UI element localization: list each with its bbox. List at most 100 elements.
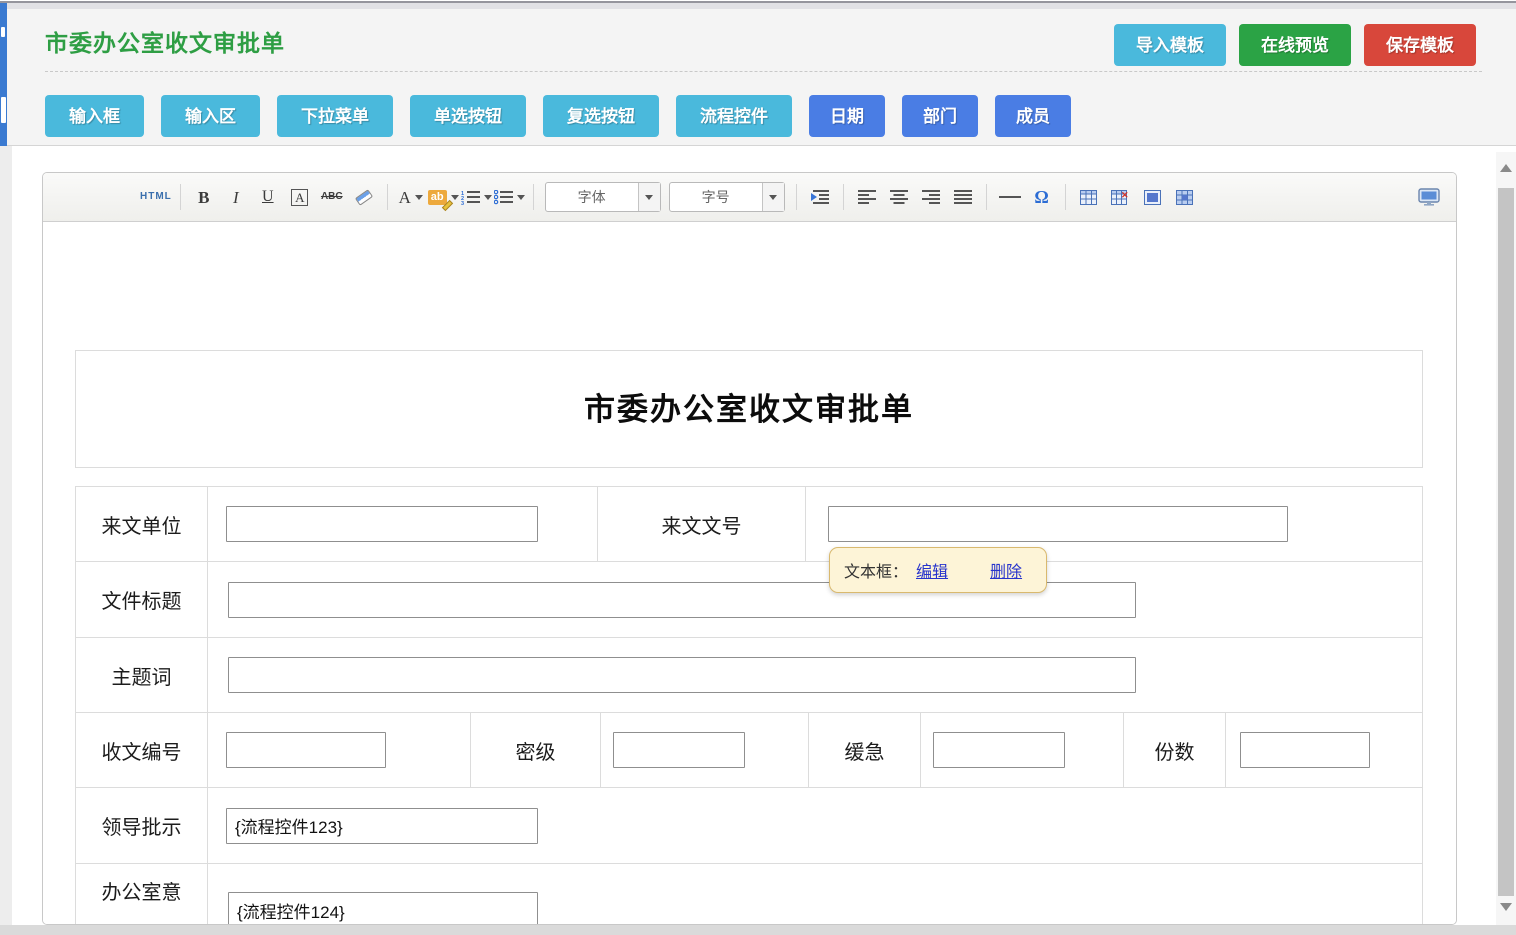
table-properties-button[interactable] [1138, 182, 1168, 212]
fullscreen-monitor-icon [1418, 188, 1440, 206]
align-left-button[interactable] [852, 182, 882, 212]
table-row: 文件标题 [76, 562, 1422, 638]
delete-control-link[interactable]: 删除 [990, 558, 1022, 582]
align-right-icon [922, 190, 940, 204]
table-properties-icon [1144, 190, 1161, 205]
field-label: 办公室意 [76, 864, 208, 925]
scrollbar-thumb[interactable] [1498, 188, 1514, 896]
add-member-button[interactable]: 成员 [995, 95, 1071, 137]
office-opinion-input[interactable] [228, 892, 538, 925]
highlight-button[interactable]: ab [428, 182, 459, 212]
eraser-icon [355, 189, 373, 206]
horizontal-rule-button[interactable] [995, 182, 1025, 212]
edit-control-link[interactable]: 编辑 [916, 558, 948, 582]
save-template-button[interactable]: 保存模板 [1364, 24, 1476, 66]
chevron-down-icon [484, 195, 492, 200]
vertical-scrollbar[interactable] [1496, 152, 1516, 925]
field-label: 来文单位 [76, 487, 208, 561]
add-checkbox-button[interactable]: 复选按钮 [543, 95, 659, 137]
font-color-icon: A [399, 189, 411, 206]
align-justify-icon [954, 190, 972, 204]
security-level-input[interactable] [613, 732, 745, 768]
font-frame-button[interactable]: A [285, 182, 315, 212]
copies-input[interactable] [1240, 732, 1370, 768]
add-department-button[interactable]: 部门 [902, 95, 978, 137]
header-panel: 市委办公室收文审批单 导入模板 在线预览 保存模板 输入框 输入区 下拉菜单 单… [0, 9, 1516, 146]
delete-table-icon: ✕ [1111, 190, 1130, 205]
incoming-unit-input[interactable] [226, 506, 538, 542]
align-justify-button[interactable] [948, 182, 978, 212]
special-character-button[interactable]: Ω [1027, 182, 1057, 212]
field-cell [921, 713, 1124, 787]
cell-properties-button[interactable] [1170, 182, 1200, 212]
fullscreen-button[interactable] [1414, 182, 1444, 212]
font-color-button[interactable]: A [396, 182, 426, 212]
form-title: 市委办公室收文审批单 [75, 350, 1423, 468]
toolbar-separator [387, 184, 388, 210]
delete-table-button[interactable]: ✕ [1106, 182, 1136, 212]
add-input-box-button[interactable]: 输入框 [45, 95, 144, 137]
align-center-icon [890, 190, 908, 204]
bold-button[interactable]: B [189, 182, 219, 212]
field-label: 文件标题 [76, 562, 208, 637]
horizontal-rule-icon [999, 196, 1021, 198]
field-cell [208, 562, 1422, 637]
html-source-icon: HTML [140, 192, 172, 202]
table-row: 来文单位 来文文号 [76, 487, 1422, 562]
unordered-list-icon [494, 190, 513, 205]
toolbar-separator [843, 184, 844, 210]
subject-words-input[interactable] [228, 657, 1136, 693]
control-tooltip: 文本框： 编辑 删除 [829, 547, 1047, 593]
add-textarea-button[interactable]: 输入区 [161, 95, 260, 137]
toolbar-separator [1065, 184, 1066, 210]
add-radio-button[interactable]: 单选按钮 [410, 95, 526, 137]
chevron-down-icon [638, 183, 660, 211]
field-label: 领导批示 [76, 788, 208, 863]
strikethrough-icon: ABC [321, 192, 343, 202]
unordered-list-button[interactable] [494, 182, 525, 212]
template-actions: 导入模板 在线预览 保存模板 [1114, 24, 1476, 66]
strikethrough-button[interactable]: ABC [317, 182, 347, 212]
italic-icon: I [233, 189, 239, 206]
html-source-button[interactable]: HTML [140, 182, 172, 212]
scroll-down-icon[interactable] [1500, 903, 1512, 911]
form-table: 来文单位 来文文号 文件标题 主题词 [75, 486, 1423, 925]
scroll-up-icon[interactable] [1500, 164, 1512, 172]
table-row: 收文编号 密级 缓急 份数 [76, 713, 1422, 788]
indent-button[interactable] [805, 182, 835, 212]
italic-button[interactable]: I [221, 182, 251, 212]
insert-table-button[interactable] [1074, 182, 1104, 212]
field-label: 密级 [471, 713, 601, 787]
field-label: 缓急 [809, 713, 921, 787]
ordered-list-button[interactable]: 1 2 3 [461, 182, 492, 212]
urgency-input[interactable] [933, 732, 1065, 768]
add-flow-control-button[interactable]: 流程控件 [676, 95, 792, 137]
receipt-number-input[interactable] [226, 732, 386, 768]
ordered-list-icon: 1 2 3 [461, 190, 480, 205]
incoming-doc-number-input[interactable] [828, 506, 1288, 542]
import-template-button[interactable]: 导入模板 [1114, 24, 1226, 66]
chevron-down-icon [451, 195, 459, 200]
align-right-button[interactable] [916, 182, 946, 212]
field-cell [1226, 713, 1422, 787]
font-family-select[interactable]: 字体 [545, 182, 661, 212]
table-row: 领导批示 [76, 788, 1422, 864]
align-center-button[interactable] [884, 182, 914, 212]
online-preview-button[interactable]: 在线预览 [1239, 24, 1351, 66]
add-dropdown-button[interactable]: 下拉菜单 [277, 95, 393, 137]
indent-icon [810, 190, 829, 205]
field-cell [601, 713, 809, 787]
highlight-icon: ab [428, 190, 447, 205]
cell-properties-icon [1176, 190, 1193, 205]
underline-icon: U [262, 189, 274, 205]
leader-instructions-input[interactable] [226, 808, 538, 844]
field-cell [208, 638, 1422, 712]
remove-format-button[interactable] [349, 182, 379, 212]
toolbar-separator [796, 184, 797, 210]
underline-button[interactable]: U [253, 182, 283, 212]
svg-text:✕: ✕ [1121, 190, 1129, 200]
font-size-select[interactable]: 字号 [669, 182, 785, 212]
add-date-button[interactable]: 日期 [809, 95, 885, 137]
editor-content[interactable]: 市委办公室收文审批单 来文单位 来文文号 文件标题 主题词 [43, 222, 1456, 925]
font-size-label: 字号 [670, 183, 762, 211]
